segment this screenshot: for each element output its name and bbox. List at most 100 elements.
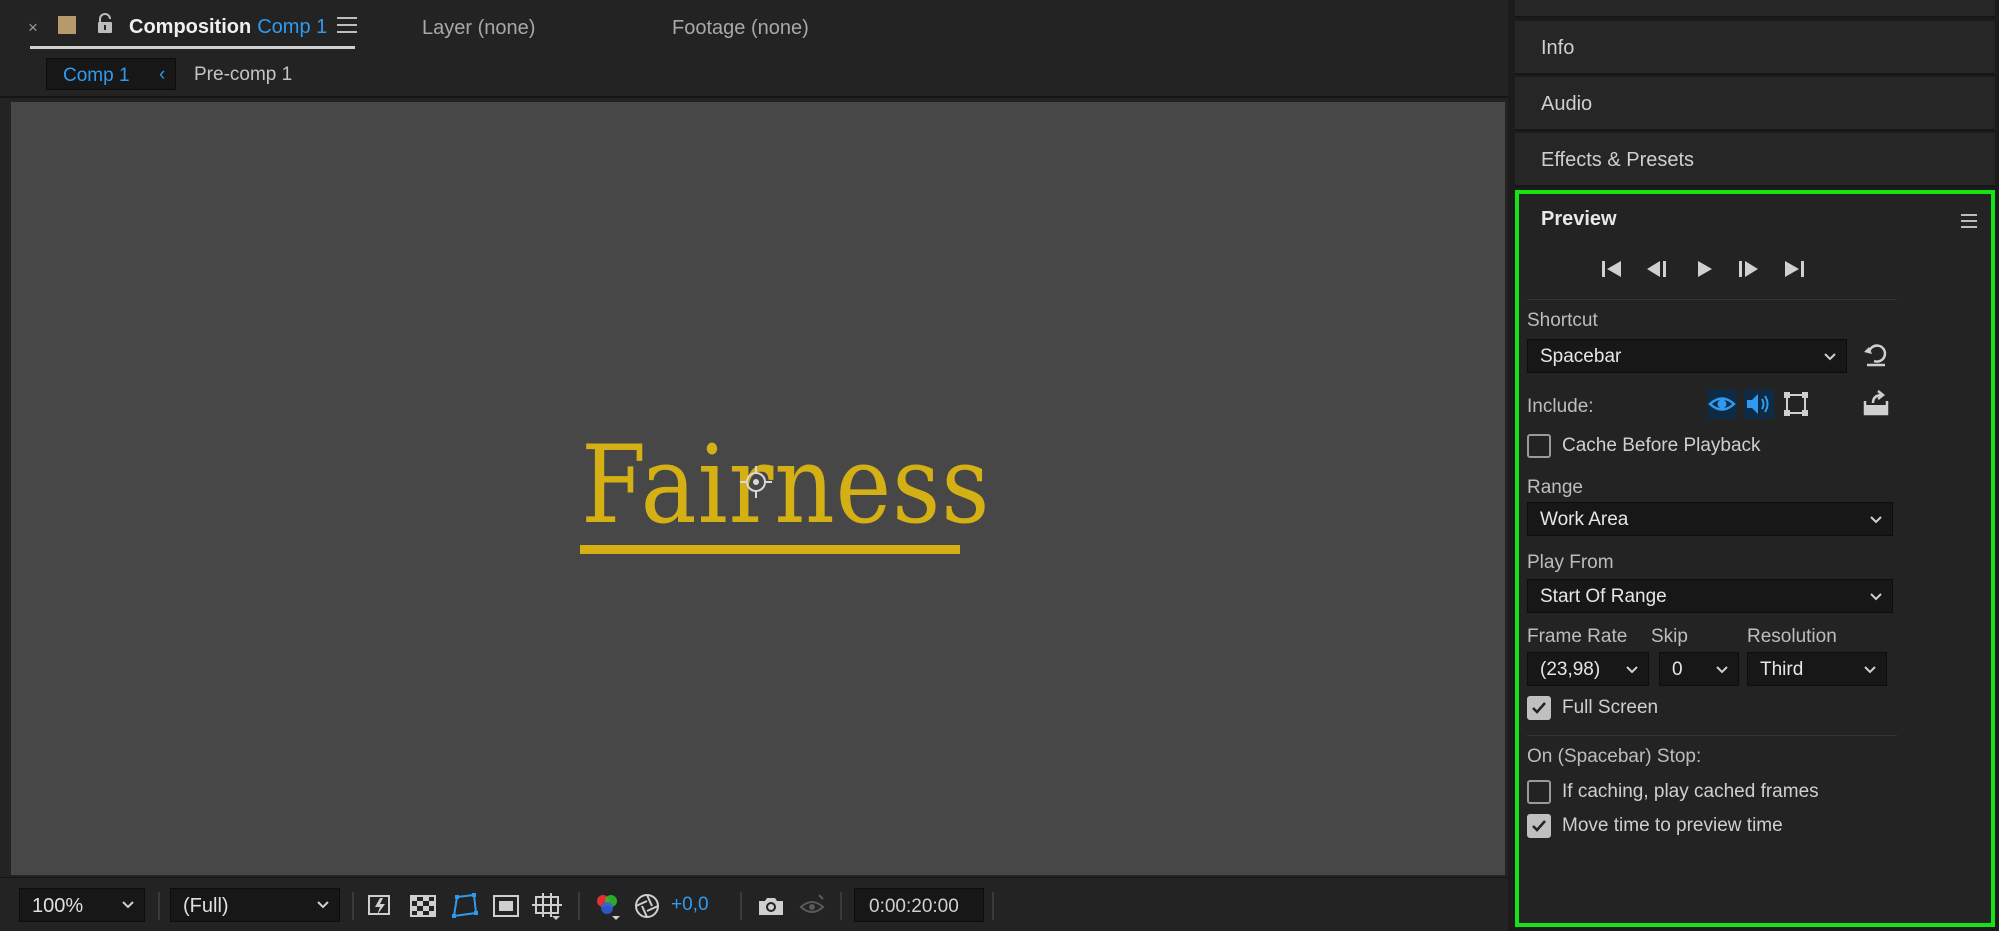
toolbar-divider — [992, 892, 994, 920]
toolbar-divider — [352, 892, 354, 920]
toolbar-divider — [740, 892, 742, 920]
last-frame-icon[interactable] — [1781, 256, 1807, 282]
composition-tab-comp-name: Comp 1 — [257, 16, 328, 38]
chevron-down-icon — [1824, 353, 1836, 361]
play-icon[interactable] — [1691, 256, 1717, 282]
reset-shortcut-icon[interactable] — [1861, 340, 1891, 370]
play-from-label: Play From — [1527, 552, 1614, 573]
range-dropdown[interactable]: Work Area — [1527, 502, 1893, 536]
composition-tab-label: Composition — [129, 16, 252, 38]
resolution-value: (Full) — [183, 895, 229, 917]
fairness-underline — [580, 545, 960, 554]
magnification-dropdown[interactable]: 100% — [19, 888, 145, 922]
audio-panel-header[interactable]: Audio — [1515, 77, 1995, 131]
active-tab-indicator — [30, 46, 355, 49]
next-frame-icon[interactable] — [1735, 256, 1761, 282]
shortcut-value: Spacebar — [1540, 346, 1622, 367]
breadcrumb-pre-comp-1[interactable]: Pre-comp 1 — [194, 64, 292, 86]
frame-rate-label: Frame Rate — [1527, 626, 1628, 647]
breadcrumb-comp-1[interactable]: Comp 1 ‹ — [46, 58, 176, 90]
skip-label: Skip — [1651, 626, 1688, 647]
first-frame-icon[interactable] — [1599, 256, 1625, 282]
tab-footage[interactable]: Footage (none) — [672, 17, 809, 40]
include-video-eye-icon[interactable] — [1707, 389, 1737, 419]
cache-before-playback-checkbox[interactable] — [1527, 434, 1551, 458]
toolbar-divider — [840, 892, 842, 920]
panel-menu-icon[interactable] — [337, 17, 357, 38]
collapsed-panel-top[interactable] — [1515, 0, 1995, 18]
include-audio-speaker-icon[interactable] — [1744, 389, 1774, 419]
info-panel-header[interactable]: Info — [1515, 21, 1995, 75]
preview-panel-title: Preview — [1541, 208, 1617, 230]
chevron-down-icon — [1870, 593, 1882, 601]
skip-value: 0 — [1672, 659, 1683, 680]
if-caching-checkbox[interactable] — [1527, 780, 1551, 804]
play-from-dropdown[interactable]: Start Of Range — [1527, 579, 1893, 613]
current-time-display[interactable]: 0:00:20:00 — [854, 888, 984, 922]
camera-snapshot-icon[interactable] — [756, 891, 786, 921]
previous-frame-icon[interactable] — [1644, 256, 1670, 282]
toolbar-divider — [158, 892, 160, 920]
lock-icon[interactable] — [96, 13, 114, 35]
app-root: × Composition Comp 1 Layer (none) Footage… — [0, 0, 1999, 931]
current-time-value: 0:00:20:00 — [869, 896, 959, 917]
cache-before-playback-label: Cache Before Playback — [1562, 435, 1761, 456]
effects-presets-panel-label: Effects & Presets — [1541, 149, 1695, 171]
full-screen-label: Full Screen — [1562, 697, 1659, 718]
preview-resolution-dropdown[interactable]: Third — [1747, 652, 1887, 686]
if-caching-label: If caching, play cached frames — [1562, 781, 1819, 802]
transparency-grid-icon[interactable] — [408, 891, 438, 921]
on-stop-label: On (Spacebar) Stop: — [1527, 746, 1702, 767]
magnification-value: 100% — [32, 895, 84, 917]
exposure-value[interactable]: +0,0 — [671, 894, 709, 916]
include-label: Include: — [1527, 396, 1594, 417]
chevron-down-icon — [122, 901, 134, 909]
play-from-value: Start Of Range — [1540, 586, 1667, 607]
range-label: Range — [1527, 477, 1583, 498]
preview-resolution-value: Third — [1760, 659, 1804, 680]
grid-guides-icon[interactable] — [532, 891, 562, 921]
composition-panel: × Composition Comp 1 Layer (none) Footage… — [0, 0, 1508, 931]
fairness-text: Fairness — [581, 423, 991, 548]
shortcut-label: Shortcut — [1527, 310, 1598, 331]
channel-rgb-icon[interactable] — [592, 891, 622, 921]
toolbar-divider — [578, 892, 580, 920]
right-panel-column: Info Audio Effects & Presets Preview Sho… — [1511, 0, 1999, 931]
composition-tab-bar: × Composition Comp 1 Layer (none) Footage… — [0, 0, 1508, 52]
show-snapshot-icon[interactable] — [797, 891, 827, 921]
chevron-down-icon — [1864, 666, 1876, 674]
close-tab-icon[interactable]: × — [28, 18, 38, 38]
fast-previews-icon[interactable] — [366, 891, 396, 921]
mask-visibility-icon[interactable] — [450, 891, 480, 921]
move-time-checkbox[interactable] — [1527, 814, 1551, 838]
breadcrumb-comp-1-label: Comp 1 — [63, 65, 130, 86]
panel-menu-icon[interactable] — [1961, 214, 1977, 232]
tab-layer[interactable]: Layer (none) — [422, 17, 535, 40]
frame-rate-dropdown[interactable]: (23,98) — [1527, 652, 1649, 686]
shortcut-dropdown[interactable]: Spacebar — [1527, 339, 1847, 373]
include-overlays-icon[interactable] — [1781, 389, 1811, 419]
chevron-down-icon — [317, 901, 329, 909]
full-screen-checkbox[interactable] — [1527, 696, 1551, 720]
chevron-down-icon — [1870, 516, 1882, 524]
anchor-point-icon[interactable] — [736, 462, 776, 502]
reset-exposure-icon[interactable] — [632, 891, 662, 921]
divider — [1527, 299, 1897, 300]
chevron-down-icon — [1716, 666, 1728, 674]
composition-tab[interactable]: Composition Comp 1 — [129, 16, 327, 39]
move-time-label: Move time to preview time — [1562, 815, 1783, 836]
output-to-icon[interactable] — [1861, 389, 1891, 419]
frame-rate-value: (23,98) — [1540, 659, 1601, 680]
chevron-down-icon — [1626, 666, 1638, 674]
audio-panel-label: Audio — [1541, 93, 1593, 115]
resolution-dropdown[interactable]: (Full) — [170, 888, 340, 922]
region-of-interest-icon[interactable] — [491, 891, 521, 921]
effects-presets-panel-header[interactable]: Effects & Presets — [1515, 133, 1995, 187]
skip-dropdown[interactable]: 0 — [1659, 652, 1739, 686]
playback-controls — [1599, 256, 1839, 286]
info-panel-label: Info — [1541, 37, 1575, 59]
viewer-toolbar: 100% (Full) +0,0 0:00:20:00 — [0, 877, 1508, 931]
composition-color-swatch-icon[interactable] — [58, 16, 76, 34]
resolution-label: Resolution — [1747, 626, 1837, 647]
preview-panel: Preview Shortcut Spacebar Include: Cache… — [1515, 190, 1995, 927]
